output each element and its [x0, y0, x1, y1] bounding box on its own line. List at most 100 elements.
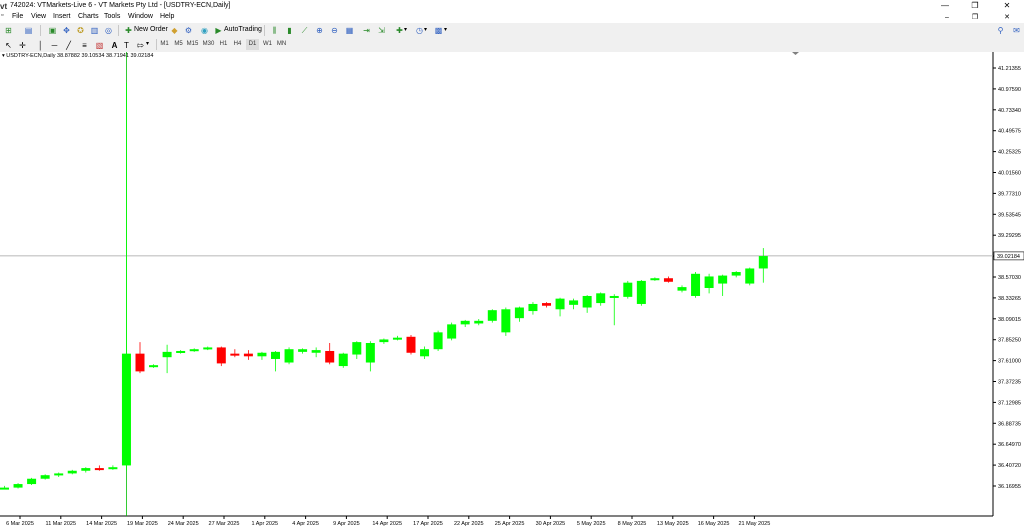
- child-minimize-button[interactable]: –: [932, 12, 962, 23]
- x-tick-label: 1 Apr 2025: [251, 521, 278, 526]
- restore-button[interactable]: ❐: [960, 0, 990, 12]
- toolbar-separator: [118, 25, 119, 36]
- candle-body: [609, 295, 619, 298]
- navigator-icon[interactable]: ✪: [74, 24, 87, 37]
- zoom-in-icon[interactable]: ⊕: [313, 24, 326, 37]
- menu-tools[interactable]: Tools: [104, 13, 120, 20]
- new-chart-icon[interactable]: ⊞: [2, 24, 15, 37]
- timeframe-m5[interactable]: M5: [172, 39, 185, 50]
- candle-body: [542, 303, 551, 306]
- candlestick-chart-icon[interactable]: ▮: [283, 24, 296, 37]
- y-tick-label: 40.73340: [998, 108, 1021, 114]
- menu-view[interactable]: View: [31, 13, 46, 20]
- x-tick-label: 27 Mar 2025: [209, 521, 240, 526]
- menu-help[interactable]: Help: [160, 13, 174, 20]
- line-chart-icon[interactable]: ⟋: [298, 24, 311, 37]
- x-tick-label: 19 Mar 2025: [127, 521, 158, 526]
- menu-window[interactable]: Window: [128, 13, 153, 20]
- channel-icon[interactable]: ≡: [78, 39, 91, 52]
- crosshair-icon[interactable]: ✛: [16, 39, 29, 52]
- chevron-down-icon[interactable]: ▾: [424, 24, 427, 36]
- chart-expand-icon[interactable]: ▾: [2, 53, 5, 59]
- y-tick-label: 36.88735: [998, 421, 1021, 427]
- minimize-button[interactable]: —: [930, 0, 960, 12]
- candle-body: [528, 303, 538, 312]
- timeframe-h1[interactable]: H1: [217, 39, 230, 50]
- chevron-down-icon[interactable]: ▾: [404, 24, 407, 36]
- strategy-tester-icon[interactable]: ◎: [102, 24, 115, 37]
- menu-bar: ▫ File View Insert Charts Tools Window H…: [0, 12, 1024, 23]
- y-tick-label: 38.33265: [998, 296, 1021, 302]
- chevron-down-icon[interactable]: ▾: [146, 38, 149, 50]
- chart-window-icon[interactable]: ▫: [1, 10, 3, 22]
- profiles-icon[interactable]: ▤: [22, 24, 35, 37]
- menu-charts[interactable]: Charts: [78, 13, 99, 20]
- candle-body: [379, 339, 389, 343]
- timeframe-mn[interactable]: MN: [275, 39, 288, 50]
- candle-body: [27, 478, 37, 485]
- timeframe-m15[interactable]: M15: [186, 39, 199, 50]
- candle-body: [81, 468, 91, 471]
- candle-body: [176, 350, 186, 353]
- search-icon[interactable]: ⚲: [994, 24, 1007, 37]
- terminal-icon[interactable]: ▥: [88, 24, 101, 37]
- child-restore-button[interactable]: ❐: [960, 12, 990, 23]
- candle-body: [636, 280, 646, 304]
- zoom-out-icon[interactable]: ⊖: [328, 24, 341, 37]
- new-order-button[interactable]: New Order: [134, 24, 168, 36]
- y-tick-label: 40.25325: [998, 150, 1021, 156]
- autotrading-button[interactable]: AutoTrading: [224, 24, 262, 36]
- fibonacci-icon[interactable]: ▧: [93, 39, 106, 52]
- chevron-down-icon[interactable]: ▾: [444, 24, 447, 36]
- y-tick-label: 39.77310: [998, 191, 1021, 197]
- candle-body: [0, 487, 9, 490]
- options-icon[interactable]: ⚙: [182, 24, 195, 37]
- timeframe-w1[interactable]: W1: [261, 39, 274, 50]
- candle-body: [433, 332, 443, 350]
- timeframe-h4[interactable]: H4: [231, 39, 244, 50]
- x-tick-label: 4 Apr 2025: [292, 521, 319, 526]
- candle-body: [149, 365, 159, 368]
- timeframe-m1[interactable]: M1: [158, 39, 171, 50]
- candle-body: [365, 342, 375, 363]
- candle-body: [311, 350, 321, 353]
- text-label-icon[interactable]: T: [120, 39, 133, 52]
- tile-windows-icon[interactable]: ▦: [343, 24, 356, 37]
- chart-shift-icon[interactable]: ⇥: [360, 24, 373, 37]
- vertical-line-icon[interactable]: │: [34, 39, 47, 52]
- cursor-icon[interactable]: ↖: [2, 39, 15, 52]
- autoscroll-icon[interactable]: ⇲: [375, 24, 388, 37]
- candle-body: [203, 347, 213, 350]
- candle-body: [623, 282, 633, 297]
- candle-body: [420, 349, 430, 357]
- price-chart[interactable]: 41.21355 40.97590 40.73340 40.49575 40.25325…: [0, 52, 1024, 526]
- candle-body: [162, 351, 172, 358]
- x-tick-label: 14 Mar 2025: [86, 521, 117, 526]
- title-bar: vt 742024: VTMarkets-Live 6 - VT Markets…: [0, 0, 1024, 12]
- candle-body: [406, 336, 416, 353]
- signals-icon[interactable]: ◉: [198, 24, 211, 37]
- bar-chart-icon[interactable]: ⫼: [268, 24, 281, 37]
- x-tick-label: 9 Apr 2025: [333, 521, 360, 526]
- child-close-button[interactable]: ✕: [992, 12, 1022, 23]
- metaeditor-icon[interactable]: ◆: [168, 24, 181, 37]
- timeframe-m30[interactable]: M30: [202, 39, 215, 50]
- candle-body: [230, 353, 240, 356]
- data-window-icon[interactable]: ✥: [60, 24, 73, 37]
- y-tick-label: 37.61000: [998, 359, 1021, 365]
- horizontal-line-icon[interactable]: ─: [48, 39, 61, 52]
- candle-body: [352, 342, 362, 355]
- chart-window[interactable]: 41.21355 40.97590 40.73340 40.49575 40.25325…: [0, 52, 1024, 526]
- timeframe-d1[interactable]: D1: [246, 39, 259, 50]
- candle-body: [298, 349, 308, 352]
- y-tick-label: 38.09015: [998, 317, 1021, 323]
- close-button[interactable]: ✕: [992, 0, 1022, 12]
- candle-body: [94, 468, 104, 471]
- menu-file[interactable]: File: [12, 13, 23, 20]
- chat-icon[interactable]: ✉: [1010, 24, 1023, 37]
- market-watch-icon[interactable]: ▣: [46, 24, 59, 37]
- x-tick-label: 5 May 2025: [577, 521, 606, 526]
- menu-insert[interactable]: Insert: [53, 13, 71, 20]
- trendline-icon[interactable]: ╱: [62, 39, 75, 52]
- x-tick-label: 24 Mar 2025: [168, 521, 199, 526]
